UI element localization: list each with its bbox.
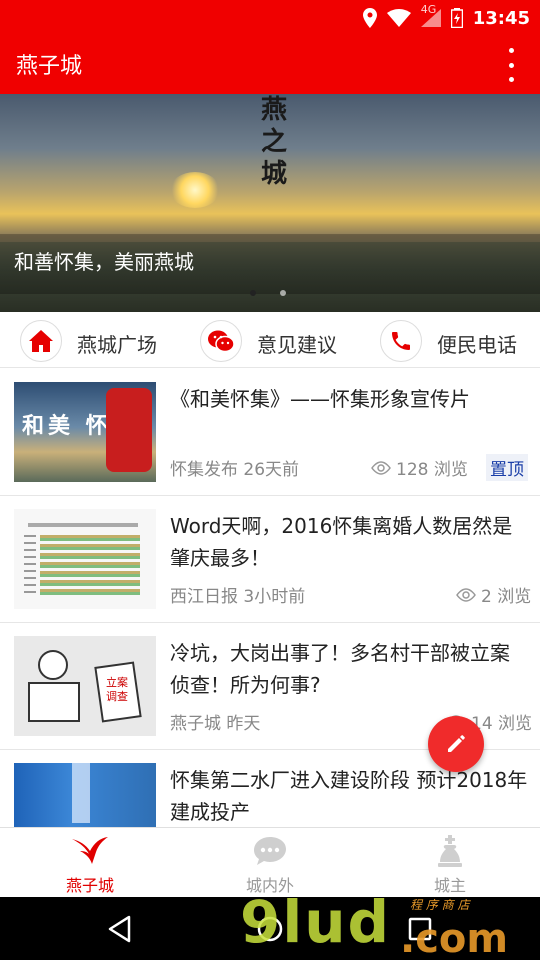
quick-link-label: 意见建议 bbox=[257, 333, 337, 357]
edit-pencil-icon bbox=[448, 735, 465, 752]
app-bar: 燕子城 bbox=[0, 36, 540, 94]
signal-icon: 4G bbox=[420, 3, 441, 27]
thumbnail-text: 立案 调查 bbox=[106, 676, 128, 703]
banner-sun bbox=[170, 172, 220, 208]
tab-yanzicheng[interactable]: 燕子城 bbox=[0, 828, 180, 898]
pinned-badge: 置顶 bbox=[486, 454, 528, 481]
news-source-time: 西江日报 3小时前 bbox=[170, 587, 306, 607]
news-title: Word天啊，2016怀集离婚人数居然是肇庆最多！ bbox=[170, 514, 513, 570]
wechat-icon bbox=[200, 320, 242, 362]
carousel-dot[interactable] bbox=[250, 290, 256, 296]
news-thumbnail: 和美 怀集 bbox=[14, 382, 156, 482]
quick-links-bar: 燕城广场 意见建议 便民电话 bbox=[0, 312, 540, 368]
app-title: 燕子城 bbox=[16, 54, 83, 79]
carousel-indicator bbox=[250, 290, 286, 296]
quick-link-phone[interactable]: 便民电话 bbox=[360, 312, 540, 368]
news-title: 《和美怀集》——怀集形象宣传片 bbox=[170, 387, 470, 411]
news-thumbnail bbox=[14, 509, 156, 609]
eye-icon bbox=[456, 587, 476, 602]
compose-button[interactable] bbox=[428, 716, 484, 772]
banner-calligraphy: 燕之城 bbox=[260, 95, 287, 189]
quick-link-feedback[interactable]: 意见建议 bbox=[180, 312, 360, 368]
news-views: 2 浏览 bbox=[455, 582, 531, 607]
bottom-tab-bar: 燕子城 城内外 城主 bbox=[0, 827, 540, 897]
news-thumbnail: 立案 调查 bbox=[14, 636, 156, 736]
home-icon bbox=[20, 320, 62, 362]
quick-link-label: 便民电话 bbox=[437, 333, 517, 357]
back-icon[interactable] bbox=[104, 913, 136, 945]
tab-label: 燕子城 bbox=[65, 876, 114, 895]
status-time: 13:45 bbox=[472, 7, 530, 29]
overflow-menu-icon[interactable] bbox=[496, 48, 526, 82]
wifi-icon bbox=[386, 9, 411, 27]
quick-link-plaza[interactable]: 燕城广场 bbox=[0, 312, 180, 368]
location-icon bbox=[362, 8, 377, 28]
news-title: 冷坑，大岗出事了！多名村干部被立案侦查！所为何事? bbox=[170, 641, 510, 697]
banner-carousel[interactable]: 燕之城 和善怀集，美丽燕城 bbox=[0, 94, 540, 312]
banner-caption: 和善怀集，美丽燕城 bbox=[14, 250, 194, 274]
news-views: 128 浏览 bbox=[370, 455, 468, 480]
watermark-domain: .com bbox=[400, 916, 509, 960]
status-bar: 4G 13:45 bbox=[0, 0, 540, 36]
chat-bubble-icon bbox=[250, 834, 290, 868]
phone-icon bbox=[380, 320, 422, 362]
watermark-subtitle: 程 序 商 店 bbox=[410, 898, 470, 912]
quick-link-label: 燕城广场 bbox=[77, 333, 157, 357]
battery-icon bbox=[450, 8, 463, 28]
watermark-logo: 9lud bbox=[240, 888, 392, 956]
news-source-time: 怀集发布 26天前 bbox=[170, 460, 300, 480]
king-icon bbox=[430, 834, 470, 868]
carousel-dot[interactable] bbox=[280, 290, 286, 296]
swallow-icon bbox=[70, 834, 110, 868]
news-item[interactable]: 和美 怀集 《和美怀集》——怀集形象宣传片 怀集发布 26天前 128 浏览 置… bbox=[0, 369, 540, 496]
news-item[interactable]: Word天啊，2016怀集离婚人数居然是肇庆最多！ 西江日报 3小时前 2 浏览 bbox=[0, 496, 540, 623]
news-thumbnail bbox=[14, 763, 156, 827]
news-source-time: 燕子城 昨天 bbox=[170, 714, 261, 734]
news-title: 怀集第二水厂进入建设阶段 预计2018年建成投产 bbox=[170, 768, 528, 824]
eye-icon bbox=[371, 460, 391, 475]
